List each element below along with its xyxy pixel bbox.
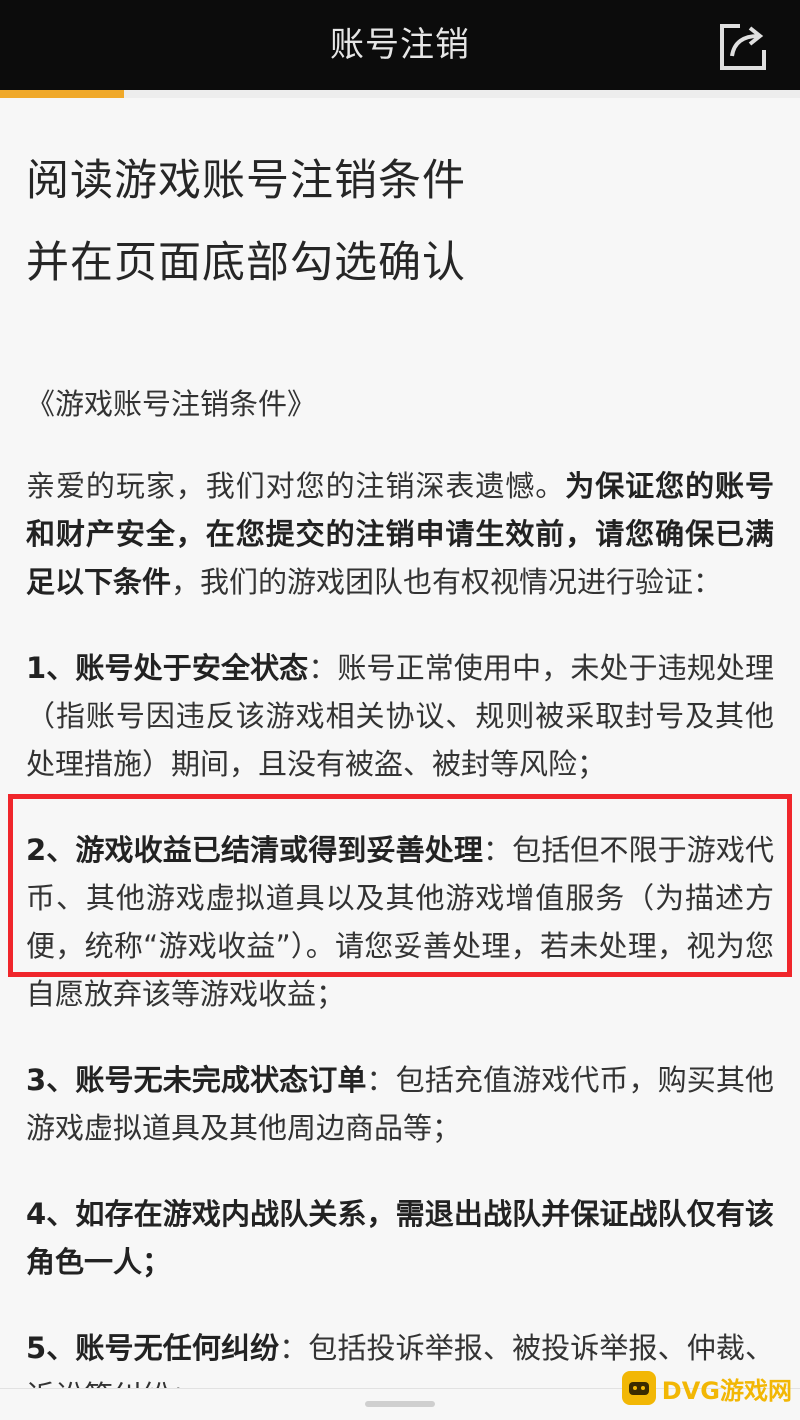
share-icon — [720, 24, 766, 70]
reading-progress-bar — [0, 90, 800, 98]
condition-title: 5、账号无任何纠纷 — [26, 1331, 280, 1365]
gamepad-logo-icon — [621, 1371, 656, 1405]
reading-progress-fill — [0, 90, 124, 98]
intro-text-3: ，我们的游戏团队也有权视情况进行验证： — [171, 565, 723, 599]
condition-title: 3、账号无未完成状态订单 — [26, 1063, 367, 1097]
watermark-text: DVG游戏网 — [661, 1376, 792, 1405]
intro-paragraph: 亲爱的玩家，我们对您的注销深表遗憾。为保证您的账号和财产安全，在您提交的注销申请… — [26, 462, 774, 606]
share-button[interactable] — [716, 20, 770, 74]
condition-item: 3、账号无未完成状态订单：包括充值游戏代币，购买其他游戏虚拟道具及其他周边商品等… — [26, 1056, 774, 1152]
condition-title: 4、如存在游戏内战队关系，需退出战队并保证战队仅有该角色一人； — [26, 1197, 774, 1279]
watermark: DVG游戏网 — [621, 1368, 792, 1408]
condition-title: 1、账号处于安全状态 — [26, 651, 309, 685]
page-title-line-2: 并在页面底部勾选确认 — [26, 238, 466, 288]
page-title-line-1: 阅读游戏账号注销条件 — [26, 156, 466, 206]
page-header-title: 账号注销 — [330, 25, 470, 65]
condition-item: 1、账号处于安全状态：账号正常使用中，未处于违规处理（指账号因违反该游戏相关协议… — [26, 644, 774, 788]
condition-item: 4、如存在游戏内战队关系，需退出战队并保证战队仅有该角色一人； — [26, 1190, 774, 1286]
intro-text-1: 亲爱的玩家，我们对您的注销深表遗憾。 — [26, 469, 566, 503]
page-title: 阅读游戏账号注销条件 并在页面底部勾选确认 — [26, 140, 774, 304]
condition-item: 2、游戏收益已结清或得到妥善处理：包括但不限于游戏代币、其他游戏虚拟道具以及其他… — [26, 826, 774, 1018]
terms-content[interactable]: 阅读游戏账号注销条件 并在页面底部勾选确认 《游戏账号注销条件》 亲爱的玩家，我… — [0, 98, 800, 1413]
condition-title: 2、游戏收益已结清或得到妥善处理 — [26, 833, 483, 867]
document-name: 《游戏账号注销条件》 — [26, 387, 317, 421]
home-indicator[interactable] — [365, 1401, 435, 1407]
title-bar: 账号注销 — [0, 0, 800, 90]
